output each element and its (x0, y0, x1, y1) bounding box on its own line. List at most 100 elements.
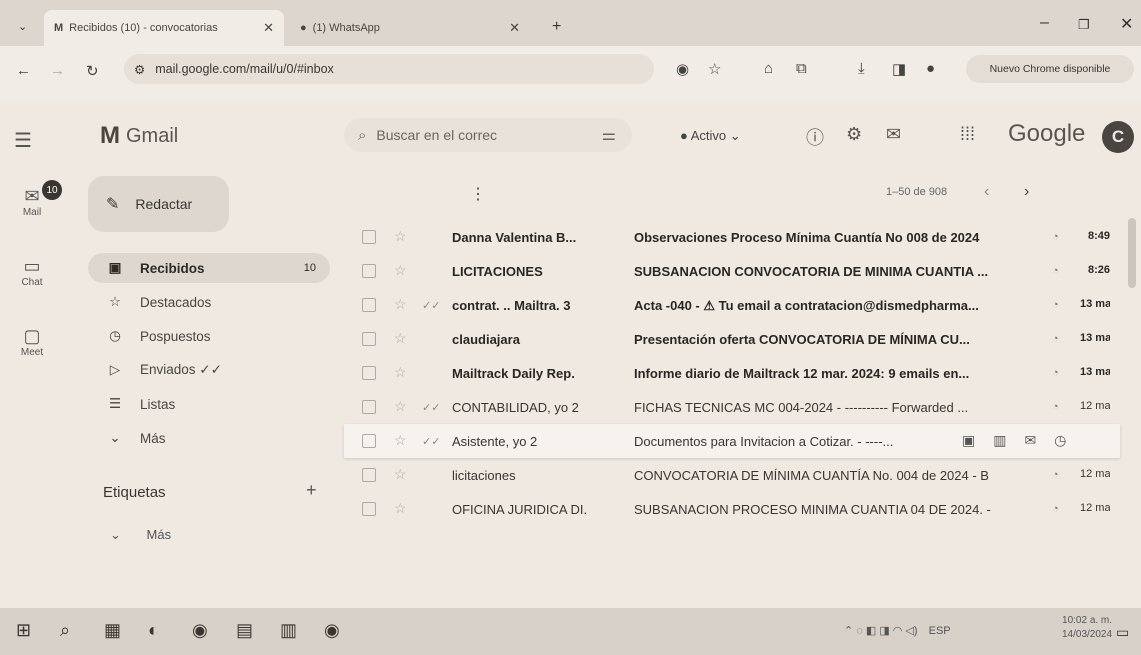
avatar[interactable]: C (1102, 121, 1134, 153)
row-checkbox[interactable] (362, 434, 376, 448)
table-row[interactable]: ☆ Danna Valentina B... Observaciones Proce… (344, 220, 1120, 254)
extension-icon[interactable]: ⌂ (764, 60, 773, 77)
row-checkbox[interactable] (362, 332, 376, 346)
word-icon[interactable]: ▤ (236, 620, 253, 641)
taskbar-clock[interactable]: 10:02 a. m. 14/03/2024 (1062, 614, 1112, 642)
tab-whatsapp[interactable]: ● (1) WhatsApp ✕ (290, 10, 530, 46)
close-icon[interactable]: ✕ (509, 20, 520, 36)
prev-page-icon[interactable]: ‹ (984, 183, 989, 201)
labels-more-button[interactable]: ⌄ Más (110, 527, 171, 543)
star-icon[interactable]: ☆ (394, 364, 407, 381)
download-icon[interactable]: ⤓ (858, 60, 865, 77)
star-icon[interactable]: ☆ (394, 296, 407, 313)
row-checkbox[interactable] (362, 502, 376, 516)
restore-icon[interactable]: ❐ (1078, 17, 1090, 33)
chrome-icon[interactable]: ◉ (192, 620, 208, 641)
row-sender: LICITACIONES (452, 264, 543, 279)
more-options-icon[interactable]: ⋮ (470, 184, 486, 204)
search-icon[interactable]: ⌕ (358, 127, 366, 144)
gmail-logo[interactable]: M Gmail (100, 122, 178, 150)
status-dropdown[interactable]: ● Activo ⌄ (680, 128, 741, 144)
tab-gmail[interactable]: M Recibidos (10) - convocatorias ✕ (44, 10, 284, 46)
row-sender: OFICINA JURIDICA DI. (452, 502, 588, 517)
new-tab-icon[interactable]: + (552, 18, 561, 36)
star-icon[interactable]: ☆ (394, 330, 407, 347)
row-sender: claudiajara (452, 332, 520, 347)
star-icon[interactable]: ☆ (394, 432, 407, 449)
system-tray: ⌃ ◌ ◧ ◨ ◠ ◁) ESP (844, 624, 951, 637)
rail-chat-label: Chat (21, 277, 43, 288)
eye-icon[interactable]: ◉ (676, 60, 689, 78)
window-close-icon[interactable]: ✕ (1120, 14, 1133, 34)
row-checkbox[interactable] (362, 230, 376, 244)
table-row[interactable]: ☆ LICITACIONES SUBSANACION CONVOCATORIA DE… (344, 254, 1120, 288)
sidebar-item-lists[interactable]: ☰ Listas (88, 389, 330, 419)
row-checkbox[interactable] (362, 298, 376, 312)
row-checkbox[interactable] (362, 468, 376, 482)
puzzle-icon[interactable]: ⧉ (796, 60, 807, 77)
row-checkbox[interactable] (362, 264, 376, 278)
row-actions[interactable]: ▣▥✉◷ (962, 432, 1084, 449)
mail-unread-badge: 10 (42, 180, 62, 200)
app-icon[interactable]: ▥ (280, 620, 297, 641)
table-row[interactable]: ☆ Mailtrack Daily Rep. Informe diario de M… (344, 356, 1120, 390)
sidebar-item-label: Destacados (140, 294, 212, 310)
sidebar-item-more[interactable]: ⌄ Más (88, 423, 330, 453)
sidebar-item-snoozed[interactable]: ◷ Pospuestos (88, 321, 330, 351)
mailtrack-icon[interactable]: ✉ (886, 124, 901, 145)
scrollbar[interactable] (1128, 218, 1136, 288)
table-row[interactable]: ☆ ✓✓ CONTABILIDAD, yo 2 FICHAS TECNICAS MC … (344, 390, 1120, 424)
reload-icon[interactable]: ↻ (86, 62, 99, 80)
task-view-icon[interactable]: ▦ (104, 620, 121, 641)
star-icon[interactable]: ☆ (394, 262, 407, 279)
url-input[interactable]: ⚙ mail.google.com/mail/u/0/#inbox (124, 54, 654, 84)
row-time: 8:26 (1087, 264, 1110, 276)
sidebar-item-sent[interactable]: ▷ Enviados ✓✓ (88, 355, 330, 385)
compose-button[interactable]: ✎ Redactar (88, 176, 229, 232)
settings-gear-icon[interactable]: ⚙ (846, 124, 862, 145)
profile-icon[interactable]: ● (926, 60, 935, 77)
close-icon[interactable]: ✕ (263, 20, 274, 36)
row-sender: licitaciones (452, 468, 516, 483)
table-row[interactable]: ☆ claudiajara Presentación oferta CONVOCAT… (344, 322, 1120, 356)
table-row[interactable]: ☆ ✓✓ Asistente, yo 2 Documentos para Invita… (344, 424, 1120, 458)
bookmark-star-icon[interactable]: ☆ (708, 60, 721, 78)
chrome-update-button[interactable]: Nuevo Chrome disponible (966, 55, 1134, 83)
next-page-icon[interactable]: › (1024, 183, 1029, 201)
help-icon[interactable]: ⓘ (806, 124, 824, 150)
add-label-icon[interactable]: + (306, 480, 317, 501)
star-icon[interactable]: ☆ (394, 500, 407, 517)
star-icon[interactable]: ☆ (394, 398, 407, 415)
main-menu-icon[interactable]: ☰ (14, 128, 32, 153)
compose-label: Redactar (135, 196, 193, 212)
edge-icon[interactable]: ◐ (148, 620, 159, 641)
table-row[interactable]: ☆ OFICINA JURIDICA DI. SUBSANACION PROCESO… (344, 492, 1120, 526)
forward-icon[interactable]: → (50, 62, 65, 79)
apps-grid-icon[interactable]: ⁞⁞⁞ (960, 124, 975, 145)
row-checkbox[interactable] (362, 400, 376, 414)
taskbar-search-icon[interactable]: ⌕ (60, 620, 70, 641)
mailtrack-icon: ◔ (1052, 231, 1059, 243)
windows-start-icon[interactable]: ⊞ (16, 620, 31, 641)
search-input[interactable]: ⌕ Buscar en el correc ⚌ (344, 118, 632, 152)
notification-icon[interactable]: ▭ (1116, 624, 1129, 641)
rail-meet[interactable]: ▢ Meet (10, 326, 54, 358)
minimize-icon[interactable]: – (1040, 14, 1049, 32)
table-row[interactable]: ☆ ✓✓ contrat. .. Mailtra. 3 Acta -040 - ⚠ T… (344, 288, 1120, 322)
site-settings-icon[interactable]: ⚙ (134, 62, 145, 77)
sidebar-item-inbox[interactable]: ▣ Recibidos 10 (88, 253, 330, 283)
mailtrack-icon: ◔ (1052, 333, 1059, 345)
table-row[interactable]: ☆ licitaciones CONVOCATORIA DE MÍNIMA CUAN… (344, 458, 1120, 492)
language-indicator[interactable]: ESP (929, 625, 951, 637)
star-icon[interactable]: ☆ (394, 228, 407, 245)
back-icon[interactable]: ← (16, 62, 31, 79)
row-checkbox[interactable] (362, 366, 376, 380)
sidebar-item-starred[interactable]: ☆ Destacados (88, 287, 330, 317)
search-filters-icon[interactable]: ⚌ (602, 125, 616, 145)
chrome-profile-icon[interactable]: ◉ (324, 620, 340, 641)
star-icon[interactable]: ☆ (394, 466, 407, 483)
rail-chat[interactable]: ▭ Chat (10, 256, 54, 288)
tab-search-chevron-icon[interactable]: ⌄ (18, 20, 27, 33)
sidepanel-icon[interactable]: ◨ (892, 60, 906, 78)
tray-icons[interactable]: ⌃ ◌ ◧ ◨ ◠ ◁) (844, 625, 918, 637)
